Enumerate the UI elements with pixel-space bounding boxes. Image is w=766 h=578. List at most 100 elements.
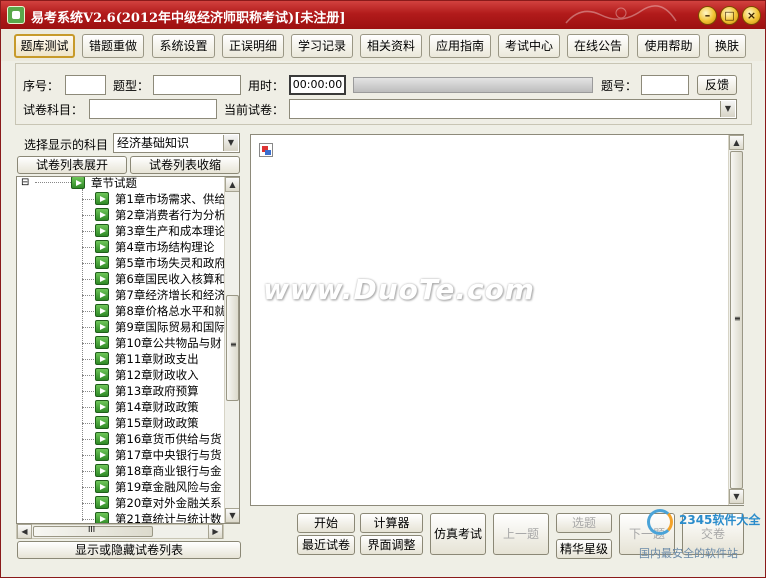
close-button[interactable]: × (742, 6, 761, 25)
toggle-list-button[interactable]: 显示或隐藏试卷列表 (17, 541, 241, 559)
collapse-toggle-icon[interactable]: ⊟ (21, 177, 29, 191)
title-decoration (565, 5, 677, 24)
maximize-button[interactable]: □ (720, 6, 739, 25)
tree-chapter-item[interactable]: 第2章消费者行为分析 (17, 207, 226, 223)
tree-chapter-label: 第20章对外金融关系 (115, 496, 222, 510)
current-paper-select[interactable]: ▼ (289, 99, 737, 119)
tree-chapter-item[interactable]: 第15章财政政策 (17, 415, 224, 431)
menu-online-notice[interactable]: 在线公告 (567, 34, 629, 58)
chevron-down-icon[interactable]: ▼ (720, 101, 735, 117)
chapter-arrow-icon (95, 432, 109, 445)
logo-brand: 2345软件大全 (679, 513, 761, 527)
tree-chapter-item[interactable]: 第20章对外金融关系 (17, 495, 224, 511)
tree-chapter-item[interactable]: 第10章公共物品与财 (17, 335, 224, 351)
tree-vertical-scrollbar[interactable]: ▲ ≡ ▼ (224, 177, 239, 523)
tree-chapter-item[interactable]: 第21章统计与统计数 (17, 511, 224, 523)
menu-help[interactable]: 使用帮助 (637, 34, 700, 58)
menu-exam-center[interactable]: 考试中心 (498, 34, 560, 58)
question-content-area[interactable]: ▲ ≡ ▼ (250, 134, 744, 506)
prev-question-button[interactable]: 上一题 (493, 513, 549, 555)
scroll-up-icon[interactable]: ▲ (729, 135, 744, 150)
chevron-down-icon[interactable]: ▼ (223, 135, 238, 151)
tree-branch-line (82, 327, 94, 328)
menu-related-material[interactable]: 相关资料 (360, 34, 422, 58)
tree-branch-line (82, 311, 94, 312)
tree-chapter-item[interactable]: 第13章政府预算 (17, 383, 224, 399)
tree-chapter-item[interactable]: 第5章市场失灵和政府 (17, 255, 226, 271)
chapter-arrow-icon (95, 320, 109, 333)
menu-skin[interactable]: 换肤 (708, 34, 746, 58)
tree-chapter-item[interactable]: 第9章国际贸易和国际 (17, 319, 226, 335)
logo-tagline: 国内最安全的软件站 (639, 547, 738, 560)
chapter-arrow-icon (95, 224, 109, 237)
content-scroll-thumb[interactable]: ≡ (730, 151, 743, 489)
recent-papers-button[interactable]: 最近试卷 (297, 535, 355, 555)
tree-hscroll-thumb[interactable]: III (33, 525, 153, 537)
content-vertical-scrollbar[interactable]: ▲ ≡ ▼ (728, 135, 744, 505)
folder-arrow-icon (71, 177, 85, 189)
tree-chapter-item[interactable]: 第1章市场需求、供给 (17, 191, 226, 207)
tree-chapter-item[interactable]: 第6章国民收入核算和 (17, 271, 226, 287)
tree-chapter-item[interactable]: 第12章财政收入 (17, 367, 224, 383)
scroll-left-icon[interactable]: ◀ (17, 524, 32, 539)
start-button[interactable]: 开始 (297, 513, 355, 533)
calculator-button[interactable]: 计算器 (360, 513, 423, 533)
window-title: 易考系统V2.6(2012年中级经济师职称考试)[未注册] (31, 11, 346, 26)
tree-branch-line (35, 182, 73, 183)
chapter-arrow-icon (95, 416, 109, 429)
tree-branch-line (82, 199, 94, 200)
tree-chapter-item[interactable]: 第18章商业银行与金 (17, 463, 224, 479)
tree-chapter-item[interactable]: 第19章金融风险与金 (17, 479, 224, 495)
scroll-right-icon[interactable]: ▶ (208, 524, 223, 539)
tree-chapter-label: 第5章市场失灵和政府 (115, 256, 226, 270)
ui-adjust-button[interactable]: 界面调整 (360, 535, 423, 555)
tree-chapter-label: 第2章消费者行为分析 (115, 208, 226, 222)
subject-select[interactable]: 经济基础知识 ▼ (113, 133, 240, 153)
scroll-down-icon[interactable]: ▼ (225, 508, 239, 523)
seq-field[interactable] (65, 75, 106, 95)
watermark: www.DuoTe.com (263, 273, 535, 306)
tree-scroll-thumb[interactable]: ≡ (226, 295, 239, 401)
menu-app-guide[interactable]: 应用指南 (429, 34, 491, 58)
tree-chapter-item[interactable]: 第17章中央银行与货 (17, 447, 224, 463)
tree-horizontal-scrollbar[interactable]: ◀ III ▶ (16, 524, 224, 539)
menu-study-record[interactable]: 学习记录 (291, 34, 353, 58)
mock-exam-button[interactable]: 仿真考试 (430, 513, 486, 555)
tree-branch-line (82, 455, 94, 456)
tree-chapter-label: 第1章市场需求、供给 (115, 192, 226, 206)
tree-chapter-item[interactable]: 第11章财政支出 (17, 351, 224, 367)
tree-chapter-item[interactable]: 第4章市场结构理论 (17, 239, 224, 255)
collapse-list-button[interactable]: 试卷列表收缩 (130, 156, 240, 174)
menu-answer-detail[interactable]: 正误明细 (222, 34, 284, 58)
feedback-button[interactable]: 反馈 (697, 75, 737, 95)
tree-branch-line (82, 343, 94, 344)
tree-root-label: 章节试题 (91, 176, 137, 190)
type-field[interactable] (153, 75, 241, 95)
menu-bar: 题库测试 错题重做 系统设置 正误明细 学习记录 相关资料 应用指南 考试中心 … (1, 29, 765, 61)
tree-chapter-item[interactable]: 第16章货币供给与货 (17, 431, 224, 447)
site-logo-overlay: 2345软件大全 国内最安全的软件站 (637, 507, 765, 567)
chapter-arrow-icon (95, 464, 109, 477)
tree-chapter-item[interactable]: 第7章经济增长和经济 (17, 287, 226, 303)
minimize-button[interactable]: – (698, 6, 717, 25)
select-question-button[interactable]: 选题 (556, 513, 612, 533)
scroll-up-icon[interactable]: ▲ (225, 177, 239, 192)
elite-stars-button[interactable]: 精华星级 (556, 539, 612, 559)
tree-chapter-item[interactable]: 第3章生产和成本理论 (17, 223, 226, 239)
tree-chapter-item[interactable]: 第8章价格总水平和就 (17, 303, 226, 319)
scroll-grip-icon: ≡ (734, 314, 741, 323)
tree-branch-line (82, 295, 94, 296)
expand-list-button[interactable]: 试卷列表展开 (17, 156, 127, 174)
chapter-arrow-icon (95, 480, 109, 493)
scroll-down-icon[interactable]: ▼ (729, 489, 744, 504)
menu-question-bank-test[interactable]: 题库测试 (14, 34, 75, 58)
tree-chapter-item[interactable]: 第14章财政政策 (17, 399, 224, 415)
menu-settings[interactable]: 系统设置 (152, 34, 215, 58)
title-bar[interactable]: 易考系统V2.6(2012年中级经济师职称考试)[未注册] – □ × (1, 1, 765, 29)
chapter-arrow-icon (95, 400, 109, 413)
qnum-field[interactable] (641, 75, 689, 95)
chapter-arrow-icon (95, 448, 109, 461)
tree-branch-line (82, 375, 94, 376)
menu-redo-wrong[interactable]: 错题重做 (82, 34, 144, 58)
subject-field[interactable] (89, 99, 217, 119)
